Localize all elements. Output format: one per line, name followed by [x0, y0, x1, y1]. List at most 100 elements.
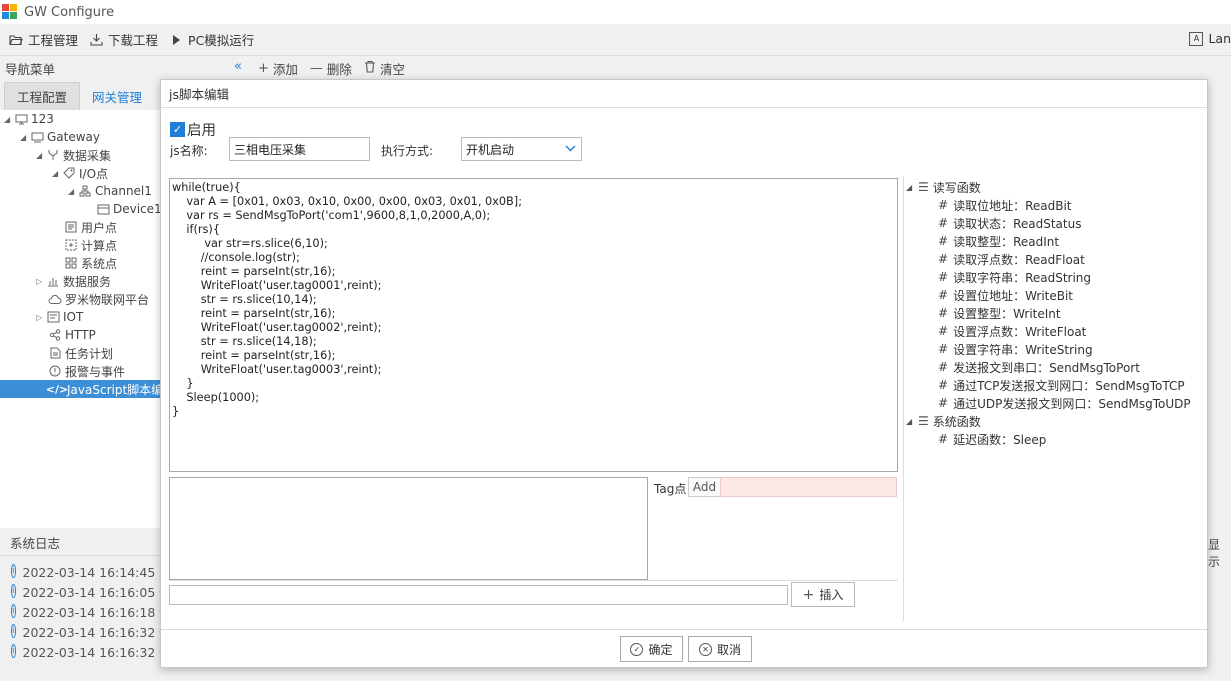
- fn-item[interactable]: # 设置位地址：WriteBit: [938, 286, 1073, 304]
- fn-item[interactable]: # 设置浮点数：WriteFloat: [938, 322, 1086, 340]
- fn-item[interactable]: # 读取位地址：ReadBit: [938, 196, 1072, 214]
- log-text: 2022-03-14 16:16:32 任: [22, 624, 160, 640]
- log-text: 2022-03-14 16:14:45 工: [22, 564, 160, 580]
- tab-gateway-management[interactable]: 网关管理: [80, 82, 154, 110]
- fn-item[interactable]: # 读取整型：ReadInt: [938, 232, 1059, 250]
- tree-item-data-service[interactable]: ▷ 数据服务: [36, 272, 111, 290]
- tree-item-iot[interactable]: ▷ IOT: [36, 308, 83, 326]
- log-entry[interactable]: i 2022-03-14 16:16:18 任: [0, 601, 160, 621]
- tree-item-alarm-events[interactable]: 报警与事件: [48, 362, 125, 380]
- minus-icon: —: [309, 60, 323, 76]
- expanded-arrow-icon[interactable]: ◢: [906, 417, 918, 426]
- fn-group-system[interactable]: ◢ ☰ 系统函数: [906, 412, 981, 430]
- enable-checkbox[interactable]: ✓: [170, 122, 185, 137]
- code-editor[interactable]: while(true){ var A = [0x01, 0x03, 0x10, …: [169, 178, 898, 472]
- fn-item[interactable]: # 读取状态：ReadStatus: [938, 214, 1081, 232]
- tab-project-config[interactable]: 工程配置: [4, 82, 81, 110]
- insert-text-input[interactable]: [169, 585, 788, 605]
- log-entry[interactable]: i 2022-03-14 16:16:32 任: [0, 641, 160, 661]
- tree-item-label: 计算点: [81, 238, 118, 253]
- tree-item-javascript[interactable]: </> JavaScript脚本编: [0, 380, 160, 398]
- log-entry[interactable]: i 2022-03-14 16:16:32 任: [0, 621, 160, 641]
- expanded-arrow-icon[interactable]: ◢: [906, 183, 918, 192]
- code-line: WriteFloat('user.tag0003',reint);: [172, 363, 382, 376]
- menu-project-management[interactable]: 工程管理: [9, 30, 78, 49]
- tree-item-calc-points[interactable]: 计算点: [64, 236, 117, 254]
- tag-add-button[interactable]: Add: [688, 477, 721, 497]
- system-log-title: 系统日志: [0, 530, 160, 556]
- gateway-icon: [30, 131, 44, 143]
- tree-item-romi-iot-platform[interactable]: 罗米物联网平台: [48, 290, 149, 308]
- hash-icon: #: [938, 378, 949, 392]
- code-icon: </>: [45, 382, 69, 396]
- tree-item-system-points[interactable]: 系统点: [64, 254, 117, 272]
- play-icon: [169, 33, 183, 47]
- collapsed-arrow-icon[interactable]: ▷: [36, 277, 46, 286]
- menu-pc-simulate[interactable]: PC模拟运行: [169, 30, 254, 49]
- tree-item-task-plan[interactable]: 任务计划: [48, 344, 113, 362]
- fn-item[interactable]: # 设置整型：WriteInt: [938, 304, 1061, 322]
- tree-item-label: 系统点: [81, 256, 118, 271]
- tag-point-input[interactable]: [720, 477, 897, 497]
- tree-item-http[interactable]: HTTP: [48, 326, 96, 344]
- tree-item-project[interactable]: ◢ 123: [4, 110, 54, 128]
- cancel-button[interactable]: ✕ 取消: [688, 636, 752, 662]
- tree-item-label: Gateway: [47, 130, 101, 144]
- expanded-arrow-icon[interactable]: ◢: [52, 169, 62, 178]
- code-line: var A = [0x01, 0x03, 0x10, 0x00, 0x00, 0…: [172, 195, 523, 208]
- collapsed-arrow-icon[interactable]: ▷: [36, 313, 46, 322]
- menu-download-project[interactable]: 下载工程: [89, 30, 158, 49]
- collapse-double-left-icon[interactable]: «: [234, 59, 242, 74]
- code-line: reint = parseInt(str,16);: [172, 349, 336, 362]
- code-line: reint = parseInt(str,16);: [172, 265, 336, 278]
- fn-item[interactable]: # 设置字符串：WriteString: [938, 340, 1093, 358]
- menu-label: 工程管理: [28, 33, 79, 48]
- ok-button[interactable]: ✓ 确定: [620, 636, 683, 662]
- info-icon: i: [11, 604, 16, 618]
- log-show-button[interactable]: 显示: [1208, 536, 1231, 570]
- log-entry[interactable]: i 2022-03-14 16:14:45 工: [0, 561, 160, 581]
- info-icon: i: [11, 644, 16, 658]
- insert-button[interactable]: + 插入: [791, 582, 855, 607]
- tree-item-io-points[interactable]: ◢ I/O点: [52, 164, 108, 182]
- task-icon: [48, 347, 62, 359]
- exec-mode-value: 开机启动: [466, 142, 515, 157]
- tag-icon: [62, 167, 76, 179]
- fn-item[interactable]: # 通过UDP发送报文到网口：SendMsgToUDP: [938, 394, 1191, 412]
- alarm-icon: [48, 365, 62, 377]
- exec-mode-select[interactable]: 开机启动: [461, 137, 582, 161]
- add-button[interactable]: + 添加: [258, 59, 298, 78]
- footer-divider: [161, 629, 1207, 630]
- fn-item[interactable]: # 发送报文到串口：SendMsgToPort: [938, 358, 1140, 376]
- tree-item-user-points[interactable]: 用户点: [64, 218, 117, 236]
- tree-item-channel1[interactable]: ◢ Channel1: [68, 182, 152, 200]
- tree-item-device1[interactable]: Device1: [96, 200, 160, 218]
- menu-language[interactable]: A Lan: [1189, 31, 1231, 46]
- expanded-arrow-icon[interactable]: ◢: [20, 133, 30, 142]
- output-textarea[interactable]: [169, 477, 648, 580]
- tree-item-data-collection[interactable]: ◢ 数据采集: [36, 146, 111, 164]
- clear-button[interactable]: 清空: [364, 59, 405, 78]
- code-line: WriteFloat('user.tag0001',reint);: [172, 279, 382, 292]
- fn-item[interactable]: # 读取浮点数：ReadFloat: [938, 250, 1085, 268]
- js-name-input[interactable]: 三相电压采集: [229, 137, 370, 161]
- enable-checkbox-row[interactable]: ✓ 启用: [170, 119, 216, 140]
- log-entry[interactable]: i 2022-03-14 16:16:05 任: [0, 581, 160, 601]
- expanded-arrow-icon[interactable]: ◢: [4, 115, 14, 124]
- delete-button[interactable]: — 删除: [310, 59, 352, 78]
- fn-item[interactable]: # 读取字符串：ReadString: [938, 268, 1091, 286]
- cloud-icon: [48, 293, 62, 305]
- fn-item[interactable]: # 延迟函数：Sleep: [938, 430, 1046, 448]
- plus-icon: +: [258, 60, 269, 76]
- tree-item-label: 123: [31, 112, 54, 126]
- expanded-arrow-icon[interactable]: ◢: [68, 187, 78, 196]
- expanded-arrow-icon[interactable]: ◢: [36, 151, 46, 160]
- fn-group-read-write[interactable]: ◢ ☰ 读写函数: [906, 178, 981, 196]
- menu-label: PC模拟运行: [188, 33, 255, 48]
- hash-icon: #: [938, 324, 949, 338]
- user-point-icon: [64, 221, 78, 233]
- tree-item-label: HTTP: [65, 328, 96, 342]
- fn-item[interactable]: # 通过TCP发送报文到网口：SendMsgToTCP: [938, 376, 1185, 394]
- tree-item-gateway[interactable]: ◢ Gateway: [20, 128, 100, 146]
- code-line: if(rs){: [172, 223, 221, 236]
